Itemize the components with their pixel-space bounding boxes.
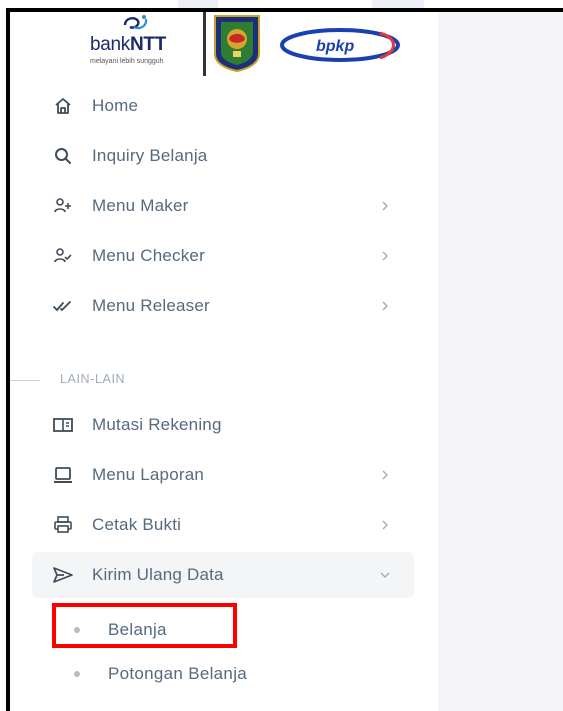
- logo-divider: [203, 12, 206, 76]
- sidebar-item-cetak-bukti[interactable]: Cetak Bukti: [32, 502, 414, 548]
- user-check-icon: [52, 245, 74, 267]
- chevron-right-icon: [382, 470, 388, 480]
- section-divider: [10, 380, 40, 381]
- section-header: LAIN-LAIN: [60, 372, 126, 386]
- sidebar-item-menu-checker[interactable]: Menu Checker: [32, 233, 414, 279]
- sidebar-item-mutasi-rekening[interactable]: Mutasi Rekening: [32, 402, 414, 448]
- sidebar-item-label: Mutasi Rekening: [92, 415, 222, 434]
- chevron-right-icon: [382, 201, 388, 211]
- sidebar-item-kirim-ulang-data[interactable]: Kirim Ulang Data: [32, 552, 414, 598]
- logo-bar: bankNTT melayani lebih sungguh bpkp: [82, 12, 422, 80]
- bpkp-text: bpkp: [316, 38, 354, 55]
- sidebar-item-label: Kirim Ulang Data: [92, 565, 224, 584]
- search-icon: [52, 145, 74, 167]
- red-highlight-box: [52, 603, 237, 648]
- sidebar-item-menu-maker[interactable]: Menu Maker: [32, 183, 414, 229]
- bpkp-logo: bpkp: [280, 28, 400, 62]
- government-emblem-logo: [214, 15, 260, 72]
- sidebar-item-inquiry-belanja[interactable]: Inquiry Belanja: [32, 133, 414, 179]
- book-open-icon: [52, 414, 74, 436]
- bullet-dot-icon: [74, 671, 80, 677]
- send-icon: [52, 564, 74, 586]
- submenu-item-label: Potongan Belanja: [108, 664, 248, 683]
- chevron-down-icon: [380, 572, 390, 578]
- chevron-right-icon: [382, 520, 388, 530]
- sidebar-item-label: Menu Checker: [92, 246, 205, 265]
- sidebar-item-label: Menu Releaser: [92, 296, 210, 315]
- sidebar-item-label: Home: [92, 96, 139, 115]
- sidebar-item-home[interactable]: Home: [32, 83, 414, 129]
- chevron-right-icon: [382, 301, 388, 311]
- home-icon: [52, 95, 74, 117]
- sidebar-item-label: Menu Maker: [92, 196, 189, 215]
- double-check-icon: [52, 295, 74, 317]
- sidebar-item-label: Cetak Bukti: [92, 515, 182, 534]
- submenu-item-potongan-belanja[interactable]: Potongan Belanja: [32, 653, 414, 695]
- bank-swoosh-icon: [123, 15, 148, 30]
- laptop-icon: [52, 464, 74, 486]
- sidebar-item-menu-releaser[interactable]: Menu Releaser: [32, 283, 414, 329]
- bank-name: bankNTT: [90, 34, 167, 55]
- printer-icon: [52, 514, 74, 536]
- sidebar-item-label: Menu Laporan: [92, 465, 205, 484]
- main-content-area: [438, 12, 563, 711]
- sidebar-item-menu-laporan[interactable]: Menu Laporan: [32, 452, 414, 498]
- user-plus-icon: [52, 195, 74, 217]
- bank-tagline: melayani lebih sungguh: [90, 58, 164, 65]
- bank-ntt-logo[interactable]: bankNTT melayani lebih sungguh: [82, 12, 192, 74]
- sidebar-item-label: Inquiry Belanja: [92, 146, 208, 165]
- chevron-right-icon: [382, 251, 388, 261]
